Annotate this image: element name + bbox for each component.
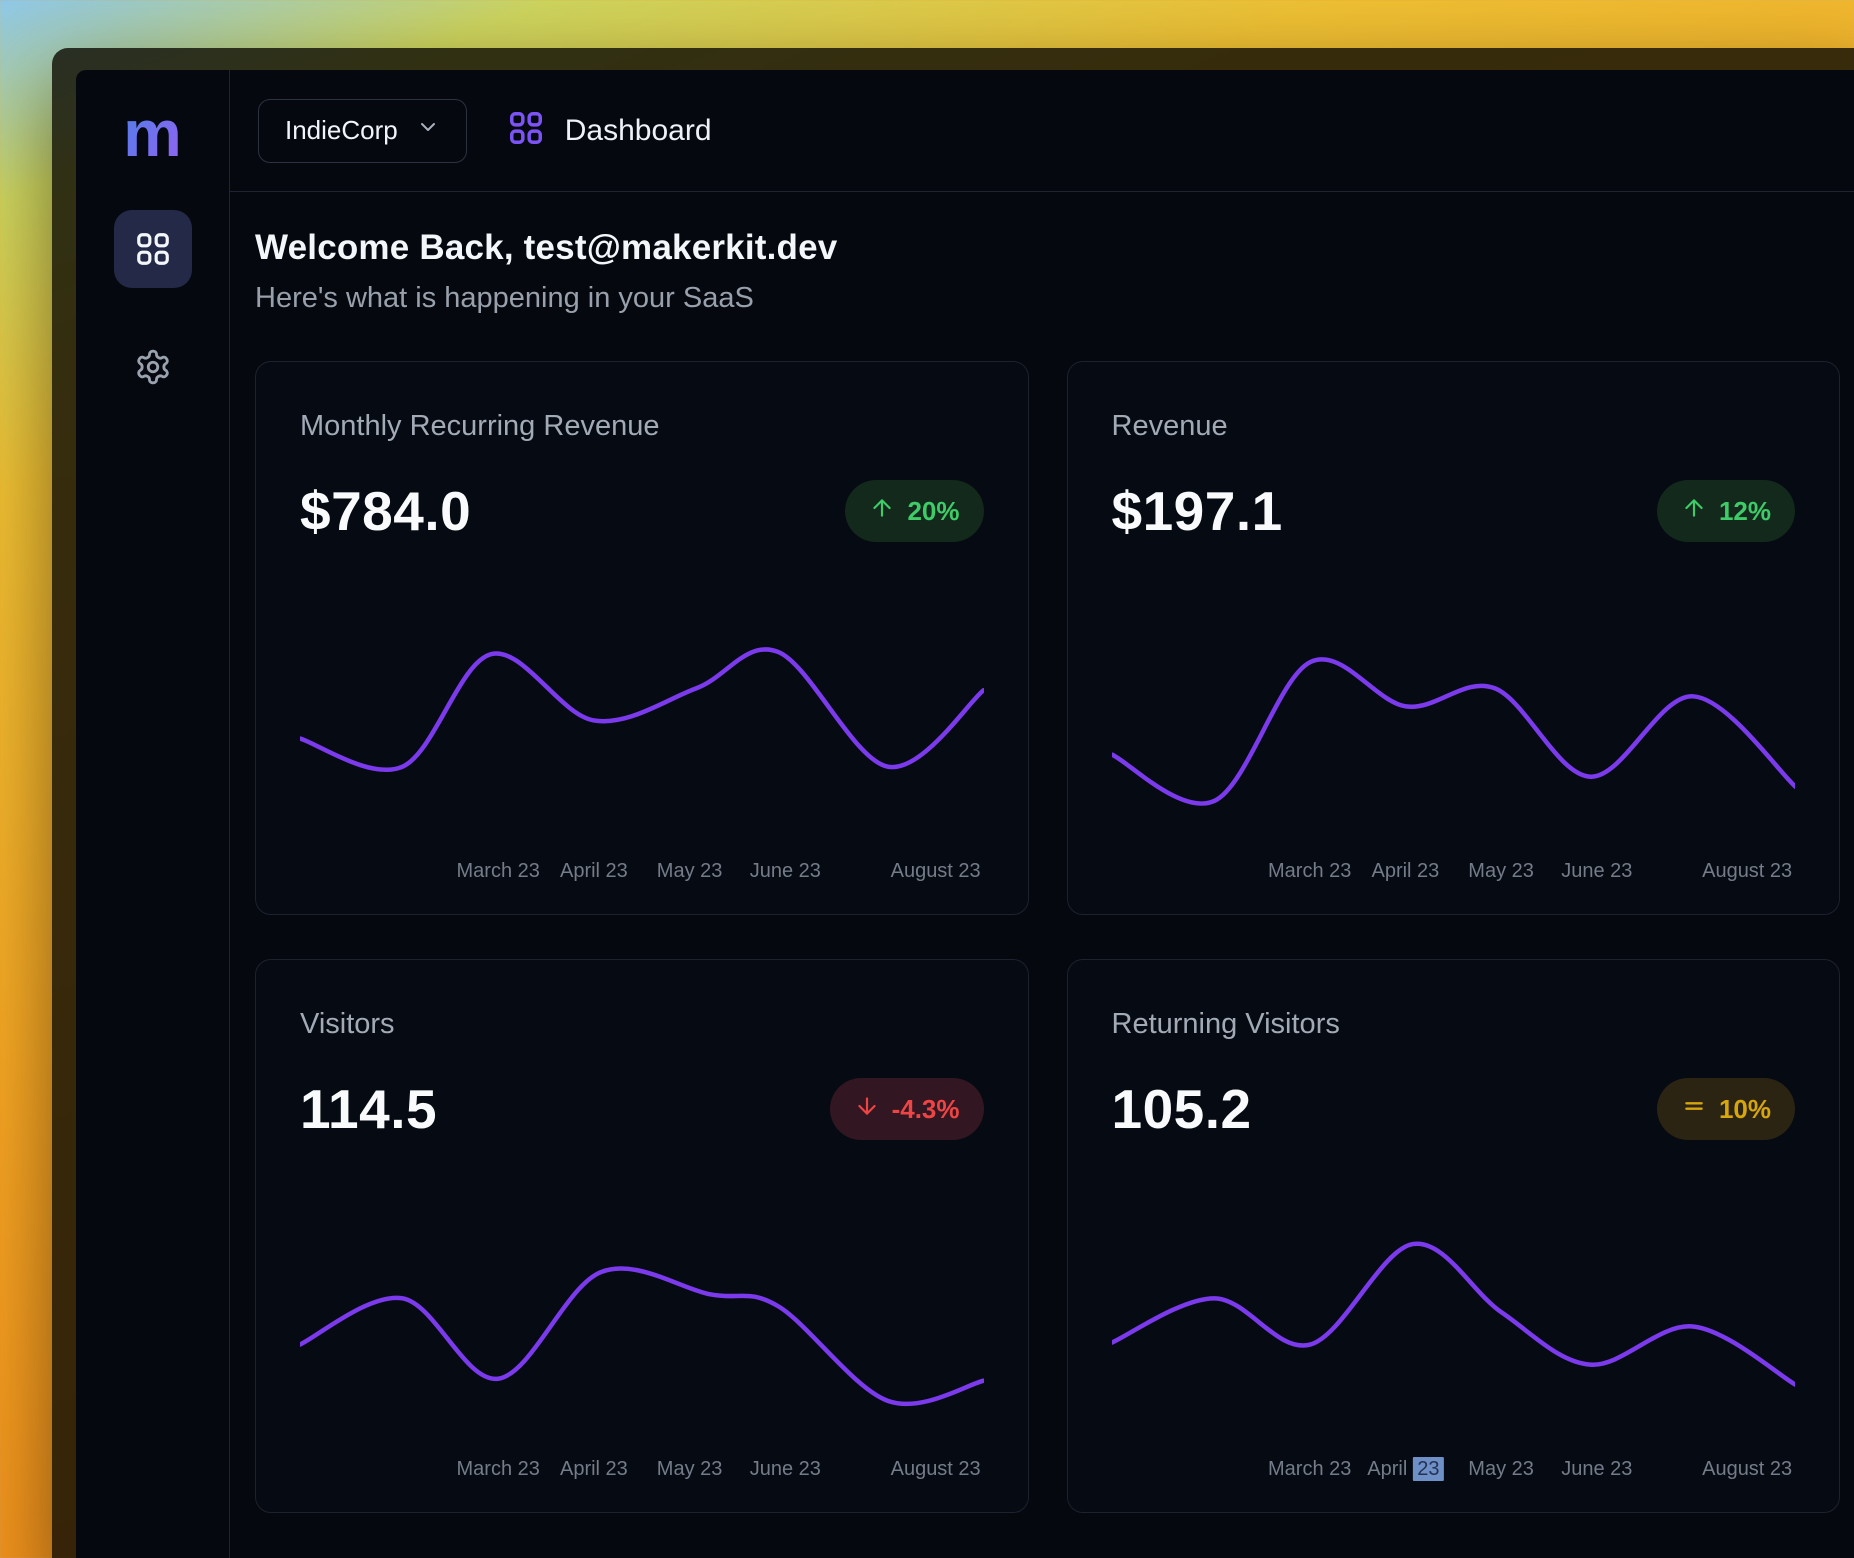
card-returning-visitors: Returning Visitors 105.2 10% — [1067, 959, 1841, 1513]
chevron-down-icon — [416, 115, 440, 146]
axis-tick: April 23 — [560, 860, 628, 883]
trend-badge-label: 20% — [907, 496, 959, 527]
axis-tick: August 23 — [891, 1458, 981, 1481]
axis-tick: March 23 — [1268, 1458, 1351, 1481]
card-title: Revenue — [1112, 410, 1796, 443]
card-revenue: Revenue $197.1 12% — [1067, 361, 1841, 915]
arrow-up-icon — [1681, 495, 1707, 528]
axis-tick: June 23 — [750, 860, 821, 883]
metrics-grid: Monthly Recurring Revenue $784.0 20% — [255, 361, 1840, 1513]
trend-badge: 20% — [845, 480, 983, 542]
axis-tick: April 23 — [560, 1458, 628, 1481]
trend-badge-label: -4.3% — [892, 1094, 960, 1125]
axis-tick: March 23 — [457, 860, 540, 883]
brand-logo: m — [123, 100, 182, 166]
trend-badge: 10% — [1657, 1078, 1795, 1140]
axis-tick: June 23 — [1561, 860, 1632, 883]
card-visitors: Visitors 114.5 -4.3% — [255, 959, 1029, 1513]
topbar: IndieCorp Dashboard — [230, 70, 1854, 192]
card-title: Returning Visitors — [1112, 1008, 1796, 1041]
metric-value: 105.2 — [1112, 1077, 1252, 1141]
breadcrumb: Dashboard — [507, 109, 712, 152]
sidebar-item-settings[interactable] — [114, 328, 192, 406]
trend-badge-label: 12% — [1719, 496, 1771, 527]
card-title: Monthly Recurring Revenue — [300, 410, 984, 443]
metric-value: 114.5 — [300, 1077, 437, 1141]
sidebar: m — [76, 70, 230, 1558]
trend-badge: -4.3% — [830, 1078, 984, 1140]
metric-value: $784.0 — [300, 479, 471, 543]
card-monthly-recurring-revenue: Monthly Recurring Revenue $784.0 20% — [255, 361, 1029, 915]
account-selector-button[interactable]: IndieCorp — [258, 99, 467, 163]
content-area: Welcome Back, test@makerkit.dev Here's w… — [230, 192, 1854, 1558]
line-chart — [300, 627, 984, 842]
trend-badge: 12% — [1657, 480, 1795, 542]
dashboard-app: m — [76, 70, 1854, 1558]
dashboard-grid-icon — [507, 109, 545, 152]
x-axis: March 23 April23 May 23 June 23 August 2… — [1112, 1458, 1796, 1484]
axis-tick: April 23 — [1371, 860, 1439, 883]
line-chart — [1112, 1225, 1796, 1440]
axis-tick: May 23 — [657, 860, 723, 883]
welcome-heading: Welcome Back, test@makerkit.dev — [255, 228, 1840, 268]
page-title: Dashboard — [565, 114, 712, 148]
arrow-up-icon — [869, 495, 895, 528]
selected-text: 23 — [1413, 1457, 1443, 1481]
axis-tick: June 23 — [750, 1458, 821, 1481]
axis-tick: March 23 — [1268, 860, 1351, 883]
welcome-subheading: Here's what is happening in your SaaS — [255, 282, 1840, 315]
main-column: IndieCorp Dashboard — [230, 70, 1854, 1558]
axis-tick: June 23 — [1561, 1458, 1632, 1481]
equals-icon — [1681, 1093, 1707, 1126]
axis-tick: August 23 — [1702, 1458, 1792, 1481]
axis-tick: May 23 — [1468, 860, 1534, 883]
gear-icon — [134, 348, 172, 386]
axis-tick: August 23 — [1702, 860, 1792, 883]
grid-icon — [134, 230, 172, 268]
line-chart — [300, 1225, 984, 1440]
x-axis: March 23 April 23 May 23 June 23 August … — [300, 1458, 984, 1484]
x-axis: March 23 April 23 May 23 June 23 August … — [300, 860, 984, 886]
line-chart — [1112, 627, 1796, 842]
trend-badge-label: 10% — [1719, 1094, 1771, 1125]
axis-tick: May 23 — [1468, 1458, 1534, 1481]
arrow-down-icon — [854, 1093, 880, 1126]
metric-value: $197.1 — [1112, 479, 1283, 543]
account-selector-label: IndieCorp — [285, 115, 398, 146]
axis-tick: August 23 — [891, 860, 981, 883]
x-axis: March 23 April 23 May 23 June 23 August … — [1112, 860, 1796, 886]
sidebar-item-dashboard[interactable] — [114, 210, 192, 288]
axis-tick: March 23 — [457, 1458, 540, 1481]
card-title: Visitors — [300, 1008, 984, 1041]
axis-tick: April23 — [1367, 1458, 1443, 1481]
app-window: m — [52, 48, 1854, 1558]
axis-tick: May 23 — [657, 1458, 723, 1481]
